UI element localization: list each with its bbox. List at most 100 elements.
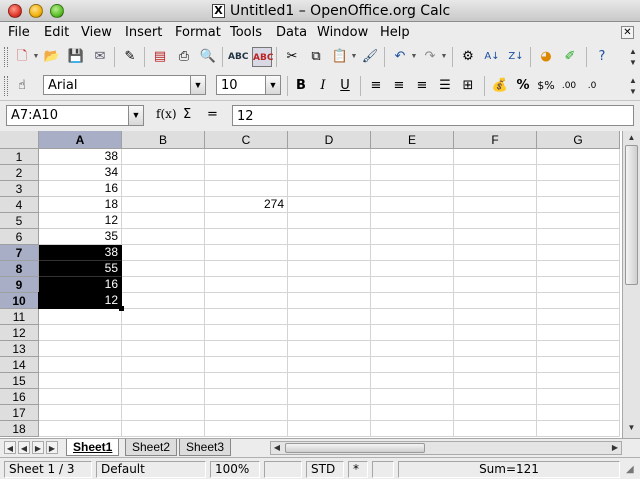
cell-g13[interactable] bbox=[537, 341, 620, 357]
cell-g16[interactable] bbox=[537, 389, 620, 405]
cell-e5[interactable] bbox=[371, 213, 454, 229]
save-icon[interactable]: 💾 bbox=[66, 47, 86, 67]
cell-c3[interactable] bbox=[205, 181, 288, 197]
sort-descending-icon[interactable]: Z↓ bbox=[506, 47, 526, 67]
cell-e18[interactable] bbox=[371, 421, 454, 437]
cell-d1[interactable] bbox=[288, 149, 371, 165]
cell-b18[interactable] bbox=[122, 421, 205, 437]
cell-b6[interactable] bbox=[122, 229, 205, 245]
paste-dropdown-icon[interactable]: ▼ bbox=[350, 47, 358, 67]
align-right-icon[interactable]: ≡ bbox=[412, 76, 432, 96]
cell-c6[interactable] bbox=[205, 229, 288, 245]
column-header-e[interactable]: E bbox=[371, 131, 454, 149]
cell-c14[interactable] bbox=[205, 357, 288, 373]
cell-e3[interactable] bbox=[371, 181, 454, 197]
cell-b14[interactable] bbox=[122, 357, 205, 373]
standard-format-icon[interactable]: $% bbox=[536, 76, 556, 96]
cell-g5[interactable] bbox=[537, 213, 620, 229]
edit-file-icon[interactable]: ✎ bbox=[120, 47, 140, 67]
scroll-up-icon[interactable]: ▲ bbox=[625, 133, 638, 143]
clone-formatting-icon[interactable]: 🖌 bbox=[360, 47, 380, 67]
cell-f14[interactable] bbox=[454, 357, 537, 373]
menu-view[interactable]: View bbox=[81, 25, 112, 40]
menu-format[interactable]: Format bbox=[175, 25, 221, 40]
row-header-5[interactable]: 5 bbox=[0, 213, 39, 229]
row-header-16[interactable]: 16 bbox=[0, 389, 39, 405]
cell-b11[interactable] bbox=[122, 309, 205, 325]
new-document-icon[interactable]: 🗋 bbox=[12, 47, 32, 67]
cell-b1[interactable] bbox=[122, 149, 205, 165]
auto-spellcheck-icon[interactable]: ABC bbox=[252, 47, 273, 67]
cell-c10[interactable] bbox=[205, 293, 288, 309]
cell-g11[interactable] bbox=[537, 309, 620, 325]
cell-e16[interactable] bbox=[371, 389, 454, 405]
cell-d3[interactable] bbox=[288, 181, 371, 197]
cell-d5[interactable] bbox=[288, 213, 371, 229]
cell-a1[interactable]: 38 bbox=[39, 149, 122, 165]
open-folder-icon[interactable]: 📂 bbox=[42, 47, 62, 67]
cell-g10[interactable] bbox=[537, 293, 620, 309]
copy-icon[interactable]: ⧉ bbox=[306, 47, 326, 67]
cell-e9[interactable] bbox=[371, 277, 454, 293]
cell-c4[interactable]: 274 bbox=[205, 197, 288, 213]
print-icon[interactable]: ⎙ bbox=[174, 47, 194, 67]
cell-e8[interactable] bbox=[371, 261, 454, 277]
align-left-icon[interactable]: ≡ bbox=[366, 76, 386, 96]
scroll-left-icon[interactable]: ◀ bbox=[272, 443, 282, 453]
sheet-tab-sheet1[interactable]: Sheet1 bbox=[66, 439, 120, 456]
redo-icon[interactable]: ↷ bbox=[420, 47, 440, 67]
toolbar-grip[interactable] bbox=[4, 76, 8, 96]
status-zoom[interactable]: 100% bbox=[210, 461, 260, 478]
underline-icon[interactable]: U bbox=[335, 76, 355, 96]
toolbar-grip[interactable] bbox=[4, 47, 8, 67]
cell-f2[interactable] bbox=[454, 165, 537, 181]
cell-a10[interactable]: 12 bbox=[39, 293, 122, 309]
cell-a12[interactable] bbox=[39, 325, 122, 341]
row-header-3[interactable]: 3 bbox=[0, 181, 39, 197]
cell-f11[interactable] bbox=[454, 309, 537, 325]
cell-g3[interactable] bbox=[537, 181, 620, 197]
resize-grip-icon[interactable]: ◢ bbox=[626, 464, 638, 476]
cell-d12[interactable] bbox=[288, 325, 371, 341]
menu-insert[interactable]: Insert bbox=[125, 25, 162, 40]
cell-a18[interactable] bbox=[39, 421, 122, 437]
currency-format-icon[interactable]: 💰 bbox=[490, 76, 510, 96]
cell-e15[interactable] bbox=[371, 373, 454, 389]
font-size-combo[interactable]: 10 ▼ bbox=[216, 75, 281, 95]
menu-window[interactable]: Window bbox=[317, 25, 368, 40]
cell-c8[interactable] bbox=[205, 261, 288, 277]
scroll-down-icon[interactable]: ▼ bbox=[625, 423, 638, 433]
cell-c13[interactable] bbox=[205, 341, 288, 357]
cell-e1[interactable] bbox=[371, 149, 454, 165]
cell-b17[interactable] bbox=[122, 405, 205, 421]
cell-f7[interactable] bbox=[454, 245, 537, 261]
cell-g6[interactable] bbox=[537, 229, 620, 245]
cell-a4[interactable]: 18 bbox=[39, 197, 122, 213]
chart-icon[interactable]: ◕ bbox=[536, 47, 556, 67]
cell-b5[interactable] bbox=[122, 213, 205, 229]
status-page-style[interactable]: Default bbox=[96, 461, 206, 478]
cell-d10[interactable] bbox=[288, 293, 371, 309]
chevron-down-icon[interactable]: ▼ bbox=[190, 76, 205, 94]
cell-e13[interactable] bbox=[371, 341, 454, 357]
cell-f17[interactable] bbox=[454, 405, 537, 421]
cell-a5[interactable]: 12 bbox=[39, 213, 122, 229]
new-dropdown-icon[interactable]: ▼ bbox=[32, 47, 40, 67]
cell-e14[interactable] bbox=[371, 357, 454, 373]
cell-e12[interactable] bbox=[371, 325, 454, 341]
bold-icon[interactable]: B bbox=[291, 76, 311, 96]
row-header-2[interactable]: 2 bbox=[0, 165, 39, 181]
undo-dropdown-icon[interactable]: ▼ bbox=[410, 47, 418, 67]
cell-f10[interactable] bbox=[454, 293, 537, 309]
cell-d15[interactable] bbox=[288, 373, 371, 389]
row-header-9[interactable]: 9 bbox=[0, 277, 39, 293]
align-center-icon[interactable]: ≡ bbox=[389, 76, 409, 96]
menu-edit[interactable]: Edit bbox=[44, 25, 69, 40]
merge-cells-icon[interactable]: ⊞ bbox=[458, 76, 478, 96]
row-header-6[interactable]: 6 bbox=[0, 229, 39, 245]
cell-b3[interactable] bbox=[122, 181, 205, 197]
cell-a11[interactable] bbox=[39, 309, 122, 325]
cell-a3[interactable]: 16 bbox=[39, 181, 122, 197]
cell-f12[interactable] bbox=[454, 325, 537, 341]
cell-e4[interactable] bbox=[371, 197, 454, 213]
